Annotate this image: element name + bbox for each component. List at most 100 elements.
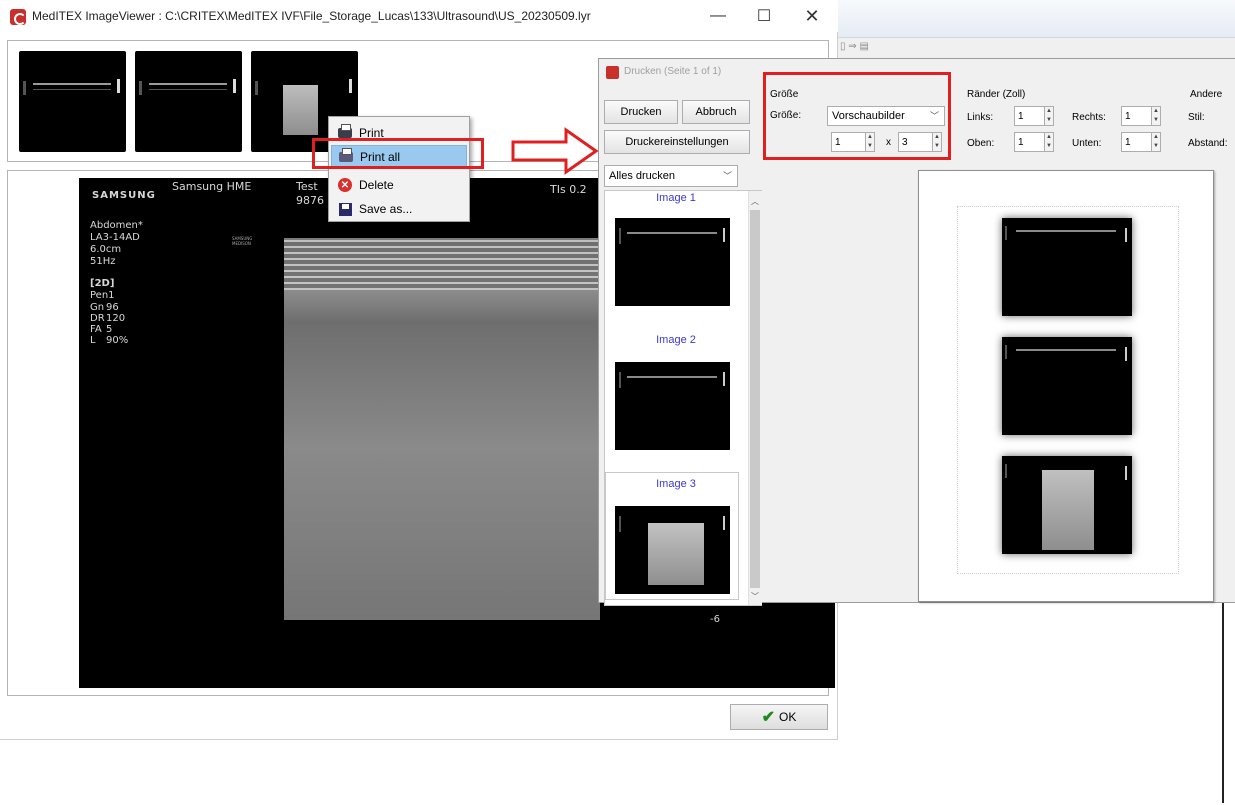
scan-line: [33, 89, 111, 90]
scan-marker: [117, 79, 120, 93]
us-brand: SAMSUNG: [92, 190, 156, 201]
close-button[interactable]: ✕: [792, 2, 832, 30]
us-param-value: 90%: [106, 335, 129, 346]
scan-line: [1016, 230, 1116, 232]
list-item-image-2[interactable]: [615, 362, 730, 450]
checkmark-icon: ✔: [761, 709, 776, 726]
margins-group-heading: Ränder (Zoll): [967, 89, 1026, 100]
left-margin-spinner[interactable]: 1 ▲ ▼: [1014, 106, 1054, 126]
scan-line: [1016, 349, 1116, 351]
list-item-label: Image 3: [656, 478, 696, 490]
ok-button[interactable]: ✔ OK: [730, 704, 828, 730]
scan-marker: [723, 228, 725, 242]
scan-marker: [1125, 466, 1127, 480]
spinner-arrows-icon[interactable]: ▲ ▼: [1151, 106, 1161, 126]
us-patient-id: 9876: [296, 194, 324, 207]
printer-settings-button[interactable]: Druckereinstellungen: [604, 130, 750, 154]
scan-marker: [349, 79, 352, 93]
thumbnail-1[interactable]: [19, 51, 126, 152]
left-margin-label: Links:: [967, 112, 994, 123]
save-icon: [331, 202, 359, 216]
annotation-highlight-size: [763, 72, 951, 160]
dialog-title: Drucken (Seite 1 of 1): [624, 66, 722, 77]
ok-label: OK: [779, 710, 797, 724]
annotation-highlight-print-all: [312, 138, 484, 169]
left-margin-value: 1: [1018, 110, 1024, 122]
menu-item-delete[interactable]: ✕ Delete: [331, 173, 467, 197]
spinner-arrows-icon[interactable]: ▲ ▼: [1151, 132, 1161, 152]
print-range-select[interactable]: Alles drucken ﹀: [604, 165, 738, 187]
scan-marker: [233, 79, 236, 93]
menu-item-label: Delete: [359, 178, 394, 192]
top-margin-spinner[interactable]: 1 ▲ ▼: [1014, 132, 1054, 152]
scan-line: [627, 376, 717, 378]
dialog-app-icon: [606, 66, 619, 79]
scan-marker: [723, 372, 725, 386]
cancel-button[interactable]: Abbruch: [682, 100, 750, 124]
chevron-down-icon: ﹀: [722, 170, 732, 181]
us-exam: Abdomen*: [90, 220, 143, 231]
annotation-arrow-icon: [511, 127, 599, 175]
us-depth: 6.0cm: [90, 244, 122, 255]
us-param-key: FA: [90, 324, 102, 335]
spinner-arrows-icon[interactable]: ▲ ▼: [1044, 106, 1054, 126]
minimize-button[interactable]: —: [698, 2, 738, 30]
scan-image-area: [648, 523, 704, 585]
top-margin-value: 1: [1018, 136, 1024, 148]
scrollbar-thumb[interactable]: [750, 210, 760, 588]
top-margin-label: Oben:: [967, 138, 995, 149]
bottom-margin-value: 1: [1125, 136, 1131, 148]
us-param-value: 96: [106, 302, 119, 313]
maximize-button[interactable]: ☐: [744, 2, 784, 30]
other-group-heading: Andere: [1190, 89, 1223, 100]
scan-marker: [1125, 228, 1127, 242]
scan-marker: [139, 81, 142, 95]
scan-marker: [723, 516, 725, 530]
us-logo-small: SAMSUNG MEDISON: [232, 236, 253, 246]
preview-image-3: [1002, 456, 1132, 554]
spacing-label: Abstand:: [1188, 138, 1228, 149]
context-menu: Print Print all ✕ Delete Save as...: [328, 116, 470, 222]
right-margin-value: 1: [1125, 110, 1131, 122]
us-mode: [2D]: [90, 278, 115, 289]
us-param-key: Gn: [90, 302, 105, 313]
menu-item-save-as[interactable]: Save as...: [331, 197, 467, 221]
scan-line: [33, 83, 111, 85]
bottom-margin-spinner[interactable]: 1 ▲ ▼: [1121, 132, 1161, 152]
print-button[interactable]: Drucken: [604, 100, 678, 124]
scan-marker: [619, 516, 621, 532]
list-item-label: Image 1: [656, 192, 696, 204]
us-scale-mark: -6: [710, 614, 720, 625]
spinner-arrows-icon[interactable]: ▲ ▼: [1044, 132, 1054, 152]
scan-line: [149, 89, 227, 90]
background-window-toolbar: [838, 38, 1235, 58]
us-patient-name: Test: [296, 180, 318, 193]
delete-icon: ✕: [331, 178, 359, 192]
scan-marker: [619, 372, 621, 388]
preview-image-2: [1002, 337, 1132, 435]
preview-image-1: [1002, 218, 1132, 316]
scroll-up-icon[interactable]: ︿: [750, 196, 760, 207]
app-icon: [10, 9, 26, 25]
us-frequency: 51Hz: [90, 256, 116, 267]
thumbnail-2[interactable]: [135, 51, 242, 152]
us-ti-value: TIs 0.2: [550, 183, 587, 196]
list-item-image-1[interactable]: [615, 218, 730, 306]
scan-marker: [1005, 464, 1007, 478]
scan-image-area: [1042, 470, 1094, 550]
scan-line: [149, 83, 227, 85]
window-title: MedITEX ImageViewer : C:\CRITEX\MedITEX …: [32, 9, 591, 23]
scan-marker: [1125, 347, 1127, 361]
list-item-label: Image 2: [656, 334, 696, 346]
background-toolbar-icons: ▯ ⇒ ▤: [840, 41, 869, 52]
scan-marker: [255, 81, 258, 95]
scroll-down-icon[interactable]: ﹀: [750, 591, 760, 602]
scan-marker: [619, 228, 621, 244]
us-param-key: DR: [90, 313, 105, 324]
list-item-image-3[interactable]: [615, 506, 730, 594]
right-margin-spinner[interactable]: 1 ▲ ▼: [1121, 106, 1161, 126]
scan-marker: [23, 81, 26, 95]
printer-icon: [331, 124, 359, 138]
right-margin-label: Rechts:: [1072, 112, 1106, 123]
us-probe: LA3-14AD: [90, 232, 140, 243]
